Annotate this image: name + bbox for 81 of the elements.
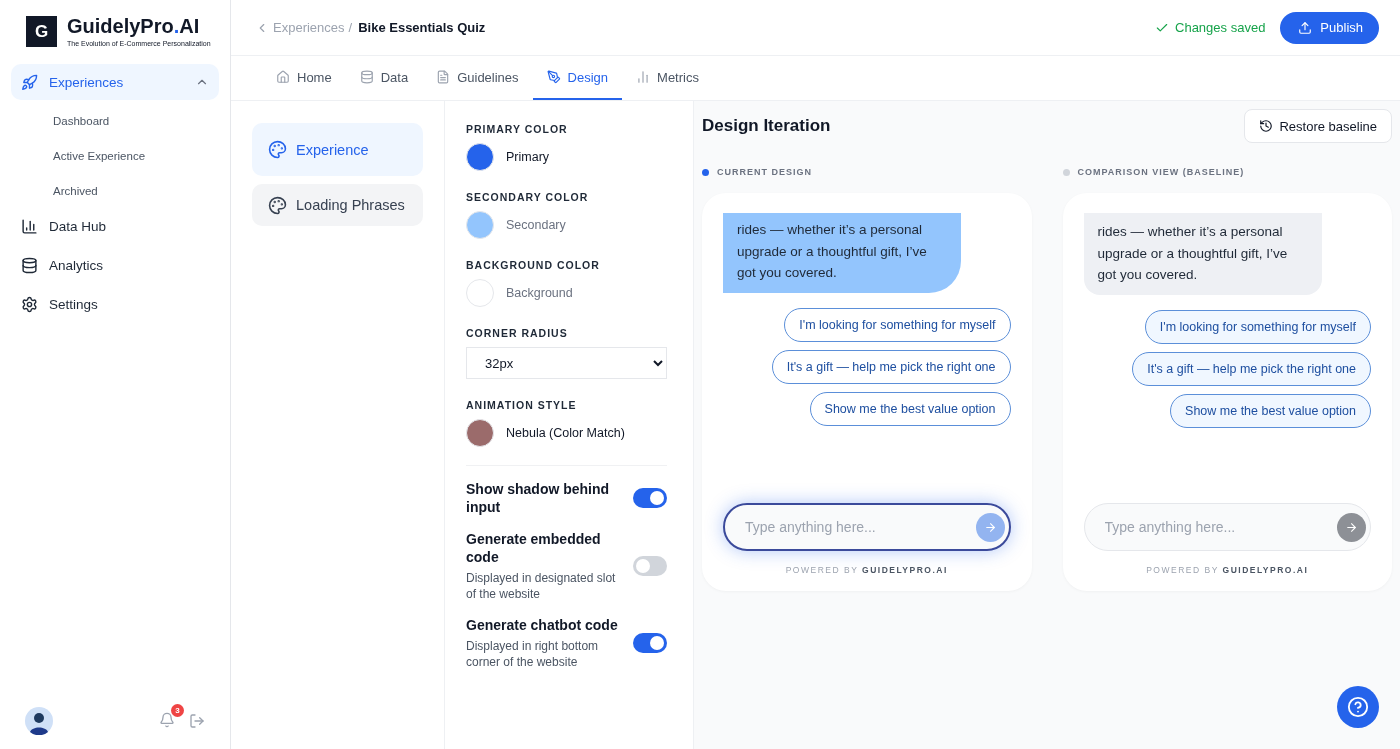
reply-option[interactable]: Show me the best value option (1170, 393, 1371, 428)
sidebar-item[interactable]: Experiences (11, 64, 219, 100)
reply-option[interactable]: I'm looking for something for myself (1144, 309, 1371, 344)
bell-icon[interactable] (159, 712, 175, 728)
powered-by: POWERED BY GUIDELYPRO.AI (784, 565, 949, 575)
field-label: PRIMARY COLOR (466, 123, 569, 135)
field-label: SECONDARY COLOR (466, 191, 590, 203)
arrow-right-icon (1345, 520, 1358, 534)
breadcrumb-separator: / (348, 20, 353, 35)
settings-icon (21, 295, 38, 313)
upload-icon (1298, 20, 1313, 35)
pane-label: CURRENT DESIGN (717, 167, 812, 177)
section-tab[interactable]: Loading Phrases (252, 184, 423, 226)
toggle-switch[interactable] (633, 633, 667, 653)
pen-icon (546, 70, 561, 84)
send-button[interactable] (975, 512, 1005, 542)
toggle-switch[interactable] (633, 556, 667, 576)
color-swatch[interactable] (466, 211, 494, 239)
color-swatch[interactable] (466, 279, 494, 307)
tab[interactable]: Metrics (622, 56, 713, 100)
reply-option[interactable]: Show me the best value option (809, 391, 1011, 426)
palette-icon (268, 140, 287, 159)
toggle-label: Generate embedded code (466, 530, 602, 566)
reply-option[interactable]: It's a gift — help me pick the right one (771, 349, 1011, 384)
field-label: ANIMATION STYLE (466, 399, 578, 411)
logout-icon[interactable] (189, 713, 205, 729)
color-name: Primary (506, 150, 550, 164)
notification-badge: 3 (171, 704, 184, 717)
preview-title: Design Iteration (702, 116, 831, 136)
chat-input[interactable]: Type anything here... (723, 503, 1011, 551)
restore-button[interactable]: Restore baseline (1244, 109, 1392, 143)
sidebar-subitem[interactable]: Archived (11, 173, 219, 208)
sidebar-item[interactable]: Analytics (11, 247, 219, 283)
sidebar-subitem[interactable]: Active Experience (11, 138, 219, 173)
database-icon (359, 70, 374, 84)
chat-message: rides — whether it’s a personal upgrade or a thoughtful gift, I’ve got you covered. (1083, 213, 1322, 295)
color-swatch[interactable] (466, 143, 494, 171)
palette-icon (268, 195, 287, 215)
field-label: BACKGROUND COLOR (466, 259, 601, 271)
message-input[interactable]: Type anything here... (743, 518, 976, 536)
save-status: Changes saved (1175, 20, 1266, 35)
toggle-label: Show shadow behind input (466, 480, 611, 516)
pane-label: COMPARISON VIEW (BASELINE) (1077, 167, 1245, 177)
bar-chart-icon (21, 217, 38, 235)
toggle-switch[interactable] (633, 488, 667, 508)
brand-name: GuidelyPro.AI (67, 16, 201, 36)
reply-option[interactable]: It's a gift — help me pick the right one (1132, 351, 1371, 386)
toggle-label: Generate chatbot code (466, 616, 619, 634)
toggle-description: Displayed in right bottom corner of the website (466, 638, 600, 670)
publish-button[interactable]: Publish (1280, 11, 1379, 44)
color-name: Secondary (506, 218, 566, 232)
document-icon (436, 70, 451, 84)
send-button[interactable] (1337, 512, 1366, 542)
avatar[interactable] (25, 707, 53, 735)
message-input[interactable]: Type anything here... (1102, 518, 1337, 536)
color-swatch[interactable] (466, 419, 494, 447)
tab[interactable]: Data (345, 56, 423, 100)
bar-chart-icon (636, 70, 651, 84)
color-name: Nebula (Color Match) (506, 426, 625, 440)
rocket-icon (21, 73, 38, 91)
history-icon (1259, 119, 1274, 133)
color-name: Background (506, 286, 573, 300)
help-icon (1347, 696, 1369, 718)
arrow-right-icon (983, 520, 997, 534)
field-label: CORNER RADIUS (466, 327, 569, 339)
radius-select[interactable]: 32px (466, 347, 667, 379)
home-icon (276, 70, 290, 84)
breadcrumb-current: Bike Essentials Quiz (358, 20, 486, 35)
sidebar-subitem[interactable]: Dashboard (11, 103, 219, 138)
powered-by: POWERED BY GUIDELYPRO.AI (1145, 565, 1310, 575)
reply-option[interactable]: I'm looking for something for myself (784, 307, 1011, 342)
tab[interactable]: Design (532, 56, 623, 100)
tab[interactable]: Guidelines (422, 56, 533, 100)
section-tab[interactable]: Experience (252, 123, 423, 176)
database-icon (21, 256, 38, 274)
sidebar-item[interactable]: Settings (11, 286, 219, 322)
logo-mark: G (26, 16, 57, 47)
tab[interactable]: Home (262, 56, 346, 100)
sidebar-item[interactable]: Data Hub (11, 208, 219, 244)
toggle-description: Displayed in designated slot of the website (466, 570, 617, 602)
chat-message: rides — whether it’s a personal upgrade or a thoughtful gift, I’ve got you covered. (723, 213, 961, 293)
